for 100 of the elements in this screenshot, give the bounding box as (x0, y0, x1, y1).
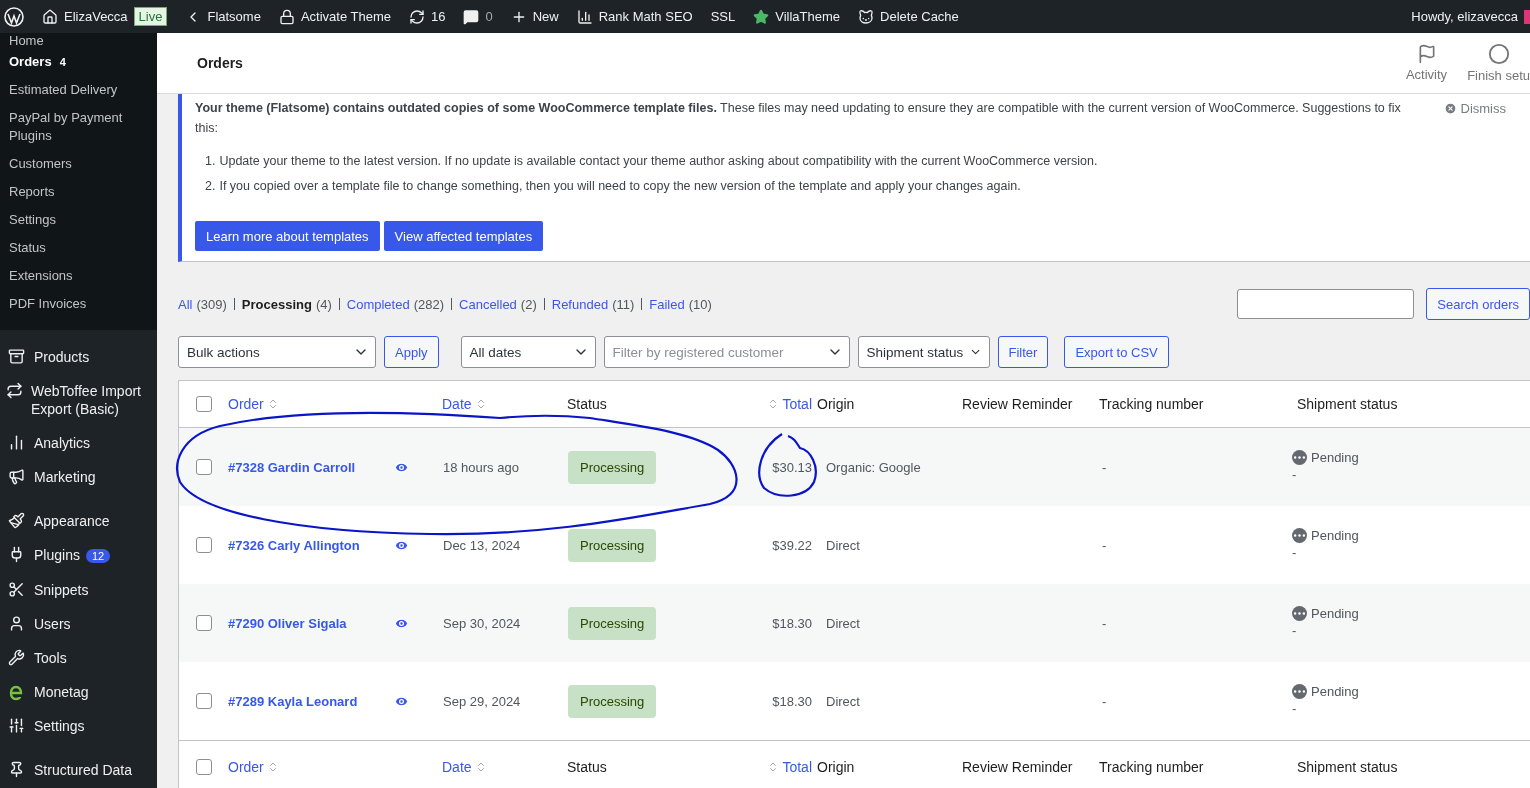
column-header: Tracking number (1098, 396, 1204, 412)
toolbar-item[interactable]: VillaTheme (753, 8, 841, 25)
tracking-number: - (1101, 693, 1107, 709)
status-badge: Processing (568, 450, 657, 484)
box-icon (7, 348, 25, 365)
order-total: $18.30 (772, 693, 812, 709)
toolbar-item[interactable]: Rank Math SEO (576, 8, 693, 25)
submenu-item[interactable]: Home (0, 33, 157, 48)
shipment-note: - (1292, 545, 1298, 560)
select-all-checkbox[interactable] (196, 396, 212, 412)
column-sort-link[interactable]: Date (437, 758, 487, 775)
column-header: Review Reminder (961, 758, 1073, 775)
submenu-item[interactable]: Extensions (0, 262, 157, 290)
column-header: Shipment status (1296, 758, 1398, 775)
column-sort-link[interactable]: Order (223, 758, 279, 775)
notice-button[interactable]: View affected templates (383, 221, 544, 251)
menu-item[interactable]: Marketing (0, 460, 157, 494)
status-count: (11) (612, 296, 635, 312)
column-sort-link[interactable]: Date (437, 396, 487, 412)
customer-order-link[interactable]: #7290 Oliver Sigala (228, 615, 347, 631)
customer-order-link[interactable]: #7326 Carly Allington (228, 537, 360, 553)
wordpress-logo-icon[interactable] (4, 6, 24, 27)
column-header: Status (566, 396, 607, 412)
filter-button[interactable]: Filter (997, 336, 1049, 368)
customer-order-link[interactable]: #7328 Gardin Carroll (228, 459, 356, 475)
pending-dots-icon (1292, 606, 1307, 621)
column-sort-link[interactable]: Total (762, 758, 812, 775)
bulk-actions-select[interactable]: Bulk actions (178, 336, 376, 368)
submenu-item[interactable]: Reports (0, 178, 157, 206)
wrench-icon (7, 649, 25, 666)
submenu-item[interactable]: Settings (0, 206, 157, 234)
submenu-item[interactable]: Customers (0, 150, 157, 178)
menu-item[interactable]: Analytics (0, 426, 157, 460)
order-date: Sep 29, 2024 (442, 693, 521, 709)
status-filter-link[interactable]: Completed (346, 296, 410, 312)
toolbar-item[interactable]: SSL (710, 9, 736, 24)
customer-order-link[interactable]: #7289 Kayla Leonard (228, 693, 358, 709)
order-date: Sep 30, 2024 (442, 615, 521, 631)
dismiss-link[interactable]: Dismiss (1443, 98, 1506, 116)
header-action[interactable]: Finish setu (1447, 43, 1530, 83)
step-text: Update your theme to the latest version. If no update is available contact your theme author asking about compatibility with the current WooCommerce version. (219, 153, 1098, 170)
status-badge: Processing (568, 684, 657, 718)
tracking-number: - (1101, 459, 1107, 475)
row-checkbox[interactable] (196, 459, 212, 475)
site-link[interactable]: ElizaVecca (42, 8, 128, 25)
notice-button[interactable]: Learn more about templates (195, 221, 380, 251)
menu-item[interactable]: Tools (0, 641, 157, 675)
pending-dots-icon (1292, 528, 1307, 543)
apply-button[interactable]: Apply (384, 336, 439, 368)
status-filter-link[interactable]: Cancelled (459, 296, 517, 312)
page-title: Orders (197, 55, 244, 71)
row-checkbox[interactable] (196, 537, 212, 553)
menu-item[interactable]: Snippets (0, 573, 157, 607)
dates-select[interactable]: All dates (460, 336, 596, 368)
status-count: (10) (688, 296, 712, 312)
update-count-badge: 12 (85, 549, 111, 563)
status-filter-link[interactable]: Processing (241, 296, 312, 312)
submenu-item[interactable]: PDF Invoices (0, 290, 157, 318)
shipment-note: - (1292, 701, 1298, 716)
account-menu[interactable]: Howdy, elizavecca (1411, 9, 1530, 24)
status-count: (4) (315, 296, 332, 312)
menu-item[interactable]: Plugins 12 (0, 538, 157, 573)
menu-item[interactable]: Monetag (0, 675, 157, 709)
menu-item[interactable]: Structured Data (0, 753, 157, 787)
submenu-item[interactable]: Estimated Delivery (0, 76, 157, 104)
menu-item[interactable]: WebToffee Import Export (Basic) (0, 374, 157, 426)
shipment-status-select[interactable]: Shipment status (857, 336, 990, 368)
status-filter-link[interactable]: Refunded (551, 296, 609, 312)
select-all-checkbox[interactable] (196, 758, 212, 775)
toolbar-item[interactable]: Delete Cache (858, 8, 959, 25)
menu-item[interactable]: Users (0, 607, 157, 641)
toolbar-item[interactable]: 0 (463, 8, 493, 25)
order-total: $39.22 (772, 537, 812, 553)
column-header: Tracking number (1098, 758, 1204, 775)
toolbar-item[interactable]: 16 (409, 8, 446, 25)
menu-item[interactable]: Products (0, 340, 157, 374)
row-checkbox[interactable] (196, 615, 212, 631)
order-origin: Direct (825, 537, 860, 553)
header-action[interactable]: Activity (1385, 44, 1448, 82)
column-sort-link[interactable]: Order (223, 396, 279, 412)
status-filter-link[interactable]: Failed (649, 296, 685, 312)
column-sort-link[interactable]: Total (762, 396, 812, 412)
toolbar-item[interactable]: New (510, 8, 559, 25)
export-button[interactable]: Export to CSV (1064, 336, 1169, 368)
status-filter-link[interactable]: All (178, 296, 193, 312)
chart-icon (576, 8, 593, 25)
brush-icon (7, 512, 25, 529)
search-button[interactable]: Search orders (1426, 288, 1530, 320)
menu-item[interactable]: Appearance (0, 504, 157, 538)
submenu-item[interactable]: PayPal by Payment Plugins (0, 104, 157, 150)
submenu-item[interactable]: Orders 4 (0, 48, 157, 76)
menu-item[interactable]: Settings (0, 709, 157, 743)
row-checkbox[interactable] (196, 693, 212, 709)
live-badge: Live (133, 7, 168, 26)
toolbar-item[interactable]: Activate Theme (278, 8, 391, 25)
submenu-item[interactable]: Status (0, 234, 157, 262)
e-letter-icon (8, 683, 24, 701)
column-header: Origin (816, 758, 855, 775)
toolbar-item[interactable]: Flatsome (185, 8, 261, 25)
search-field[interactable] (1237, 289, 1415, 319)
